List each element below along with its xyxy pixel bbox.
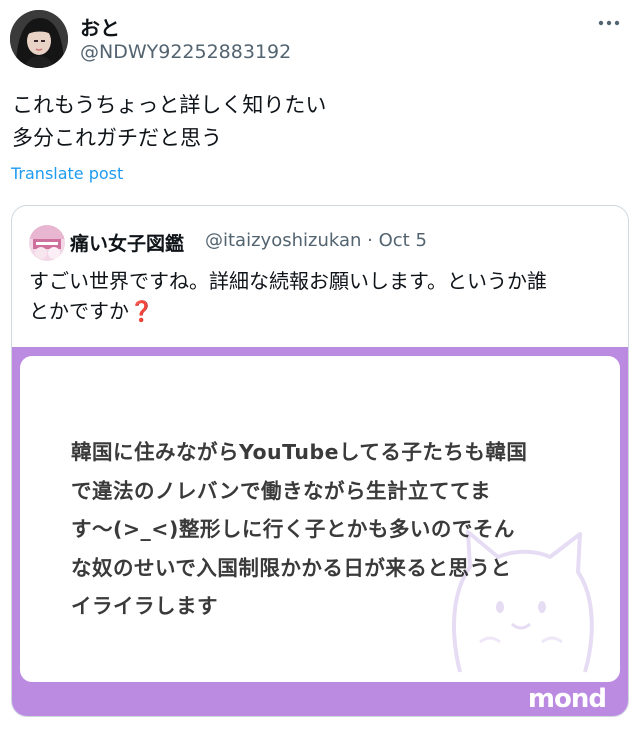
quote-handle[interactable]: @itaizyoshizukan bbox=[205, 230, 361, 251]
image-text-line: な奴のせいで入国制限かかる日が来ると思うと bbox=[71, 555, 512, 580]
quote-text-line: とかですか❓ bbox=[29, 296, 621, 326]
mond-logo: mond bbox=[527, 684, 607, 714]
avatar-photo-icon bbox=[10, 10, 68, 68]
post: おと @NDWY92252883192 これもうちょっと詳しく知りたい 多分これ… bbox=[0, 0, 640, 731]
quote-meta: @itaizyoshizukan · Oct 5 bbox=[205, 230, 427, 251]
quote-text-line: すごい世界ですね。詳細な続報お願いします。というか誰 bbox=[29, 269, 547, 293]
question-mark-emoji-icon: ❓ bbox=[129, 299, 154, 323]
post-text-line: 多分これガチだと思う bbox=[12, 126, 222, 150]
display-name[interactable]: おと bbox=[80, 12, 120, 41]
quote-image[interactable]: 韓国に住みながらYouTubeしてる子たちも韓国 で違法のノレバンで働きながら生… bbox=[12, 347, 628, 716]
more-horizontal-icon bbox=[598, 20, 620, 26]
translate-post-link[interactable]: Translate post bbox=[11, 164, 123, 183]
quote-avatar[interactable] bbox=[29, 225, 65, 261]
user-handle[interactable]: @NDWY92252883192 bbox=[80, 41, 291, 63]
quote-avatar-photo-icon bbox=[29, 225, 65, 261]
avatar[interactable] bbox=[10, 10, 68, 68]
image-text-line: 韓国に住みながらYouTubeしてる子たちも韓国 bbox=[71, 440, 528, 464]
more-options-button[interactable] bbox=[596, 12, 622, 34]
quote-separator: · bbox=[367, 230, 373, 251]
image-text-line: す〜(>_<)整形しに行く子とかも多いのでそん bbox=[71, 517, 515, 541]
quote-text-line-2: とかですか bbox=[29, 299, 129, 323]
post-text: これもうちょっと詳しく知りたい 多分これガチだと思う bbox=[12, 89, 326, 155]
quoted-post-card[interactable]: 痛い女子図鑑 @itaizyoshizukan · Oct 5 すごい世界ですね… bbox=[11, 205, 629, 717]
quote-display-name[interactable]: 痛い女子図鑑 bbox=[70, 229, 184, 256]
quote-date[interactable]: Oct 5 bbox=[379, 230, 427, 251]
quote-image-card: 韓国に住みながらYouTubeしてる子たちも韓国 で違法のノレバンで働きながら生… bbox=[20, 356, 620, 682]
quote-text: すごい世界ですね。詳細な続報お願いします。というか誰 とかですか❓ bbox=[29, 266, 621, 326]
image-text: 韓国に住みながらYouTubeしてる子たちも韓国 で違法のノレバンで働きながら生… bbox=[71, 433, 527, 626]
post-text-line: これもうちょっと詳しく知りたい bbox=[12, 93, 327, 117]
image-text-line: イライラします bbox=[71, 594, 218, 618]
image-text-line: で違法のノレバンで働きながら生計立ててま bbox=[71, 478, 491, 503]
